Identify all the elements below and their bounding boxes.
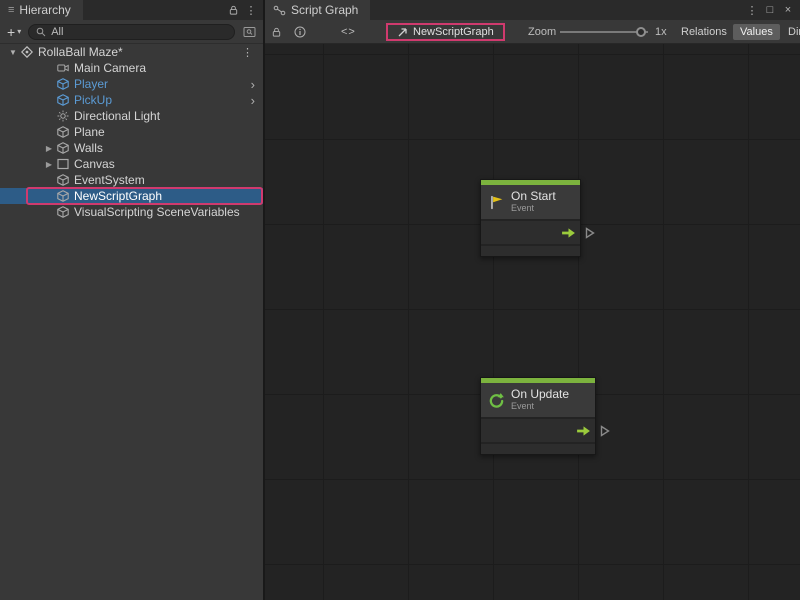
zoom-value: 1x (655, 20, 667, 44)
canvas-icon (56, 158, 70, 170)
scene-kebab-icon[interactable]: ⋮ (242, 46, 263, 59)
expand-arrow-icon[interactable]: ▶ (42, 160, 56, 169)
hierarchy-item-label: Main Camera (74, 61, 146, 75)
tab-hierarchy-label: Hierarchy (19, 3, 70, 17)
node-texts: On Update Event (511, 388, 569, 412)
relations-button[interactable]: Relations (674, 24, 734, 40)
node-port-row (481, 419, 595, 444)
graph-asset-icon (397, 27, 408, 38)
edit-graph-icon[interactable]: <> (341, 20, 356, 44)
node-subtitle: Event (511, 203, 556, 214)
prefab-cube-icon (56, 78, 70, 90)
info-icon[interactable] (294, 20, 306, 44)
tab-script-graph-label: Script Graph (291, 3, 358, 17)
flow-output-arrow-icon[interactable] (561, 227, 576, 238)
window-menu-icon[interactable]: ⋮ (744, 2, 760, 18)
add-label: + (7, 24, 15, 40)
hierarchy-item-visualscripting-scenevariables[interactable]: VisualScripting SceneVariables (0, 204, 263, 220)
hierarchy-item-label: Canvas (74, 157, 115, 171)
camera-icon (56, 62, 70, 74)
close-icon[interactable]: × (780, 2, 796, 18)
search-input[interactable]: All (28, 24, 235, 40)
node-texts: On Start Event (511, 190, 556, 214)
tab-script-graph[interactable]: Script Graph (265, 0, 370, 20)
cube-icon (56, 206, 70, 218)
cube-icon (56, 142, 70, 154)
add-object-button[interactable]: + ▾ (5, 24, 23, 40)
zoom-slider-thumb[interactable] (636, 27, 646, 37)
zoom-label: Zoom (528, 20, 556, 44)
tab-hierarchy[interactable]: ≡ Hierarchy (0, 0, 83, 20)
loop-icon (487, 391, 505, 409)
hierarchy-tree: ▼ RollaBall Maze* ⋮ Main CameraPlayer›Pi… (0, 44, 263, 220)
search-filter-label: All (51, 26, 63, 38)
script-graph-panel: Script Graph ⋮ □ × <> NewScriptGraph Zoo… (265, 0, 800, 600)
kebab-menu-icon[interactable]: ⋮ (243, 2, 259, 18)
hierarchy-item-directional-light[interactable]: Directional Light (0, 108, 263, 124)
graph-name-label: NewScriptGraph (413, 26, 494, 38)
node-title: On Update (511, 388, 569, 401)
prefab-open-chevron-icon[interactable]: › (251, 93, 263, 108)
dropdown-caret-icon: ▾ (17, 27, 21, 36)
hierarchy-item-pickup[interactable]: PickUp › (0, 92, 263, 108)
search-icon (36, 27, 46, 37)
hierarchy-item-plane[interactable]: Plane (0, 124, 263, 140)
zoom-slider[interactable] (560, 20, 648, 44)
lock-icon[interactable] (225, 2, 241, 18)
unity-scene-icon (20, 46, 34, 58)
graph-lock-icon[interactable] (271, 20, 282, 44)
maximize-icon[interactable]: □ (762, 2, 778, 18)
disclosure-open-icon[interactable]: ▼ (6, 48, 20, 57)
hierarchy-scene-row[interactable]: ▼ RollaBall Maze* ⋮ (0, 44, 263, 60)
hierarchy-tab-strip: ≡ Hierarchy ⋮ (0, 0, 263, 20)
hierarchy-item-eventsystem[interactable]: EventSystem (0, 172, 263, 188)
hierarchy-item-canvas[interactable]: ▶ Canvas (0, 156, 263, 172)
hierarchy-item-label: Plane (74, 125, 105, 139)
hierarchy-panel: ≡ Hierarchy ⋮ + ▾ All ▼ (0, 0, 265, 600)
hierarchy-toolbar: + ▾ All (0, 20, 263, 44)
output-port-icon[interactable] (585, 227, 595, 239)
graph-canvas[interactable]: On Start Event On Upda (265, 44, 800, 600)
hierarchy-item-label: EventSystem (74, 173, 145, 187)
flag-icon (487, 193, 505, 211)
node-header: On Start Event (481, 185, 580, 221)
node-header: On Update Event (481, 383, 595, 419)
graph-tab-strip: Script Graph ⋮ □ × (265, 0, 800, 20)
node-footer (481, 444, 595, 454)
zoom-slider-track[interactable] (560, 31, 648, 33)
flow-output-arrow-icon[interactable] (576, 425, 591, 436)
on-start-node[interactable]: On Start Event (480, 179, 581, 257)
light-icon (56, 110, 70, 122)
output-port-icon[interactable] (600, 425, 610, 437)
cube-icon (56, 174, 70, 186)
hierarchy-item-label: Directional Light (74, 109, 160, 123)
script-graph-icon (273, 5, 286, 16)
hamburger-icon: ≡ (8, 4, 14, 16)
node-subtitle: Event (511, 401, 569, 412)
prefab-open-chevron-icon[interactable]: › (251, 77, 263, 92)
hierarchy-item-label: PickUp (74, 93, 112, 107)
node-footer (481, 246, 580, 256)
cube-icon (56, 190, 70, 202)
node-port-row (481, 221, 580, 246)
prefab-cube-icon (56, 94, 70, 106)
search-window-icon[interactable] (240, 24, 258, 40)
expand-arrow-icon[interactable]: ▶ (42, 144, 56, 153)
hierarchy-item-label: Walls (74, 141, 103, 155)
values-button[interactable]: Values (733, 24, 780, 40)
hierarchy-item-label: VisualScripting SceneVariables (74, 205, 240, 219)
hierarchy-item-walls[interactable]: ▶ Walls (0, 140, 263, 156)
scene-name: RollaBall Maze* (38, 45, 123, 59)
on-update-node[interactable]: On Update Event (480, 377, 596, 455)
hierarchy-item-main-camera[interactable]: Main Camera (0, 60, 263, 76)
cube-icon (56, 126, 70, 138)
hierarchy-item-newscriptgraph[interactable]: NewScriptGraph (0, 188, 263, 204)
graph-name-highlight-box[interactable]: NewScriptGraph (386, 23, 505, 41)
hierarchy-item-label: NewScriptGraph (74, 189, 162, 203)
hierarchy-item-player[interactable]: Player › (0, 76, 263, 92)
hierarchy-item-label: Player (74, 77, 108, 91)
graph-toolbar: <> NewScriptGraph Zoom 1x Relations Valu… (265, 20, 800, 44)
node-title: On Start (511, 190, 556, 203)
dim-button[interactable]: Dim (781, 24, 800, 40)
